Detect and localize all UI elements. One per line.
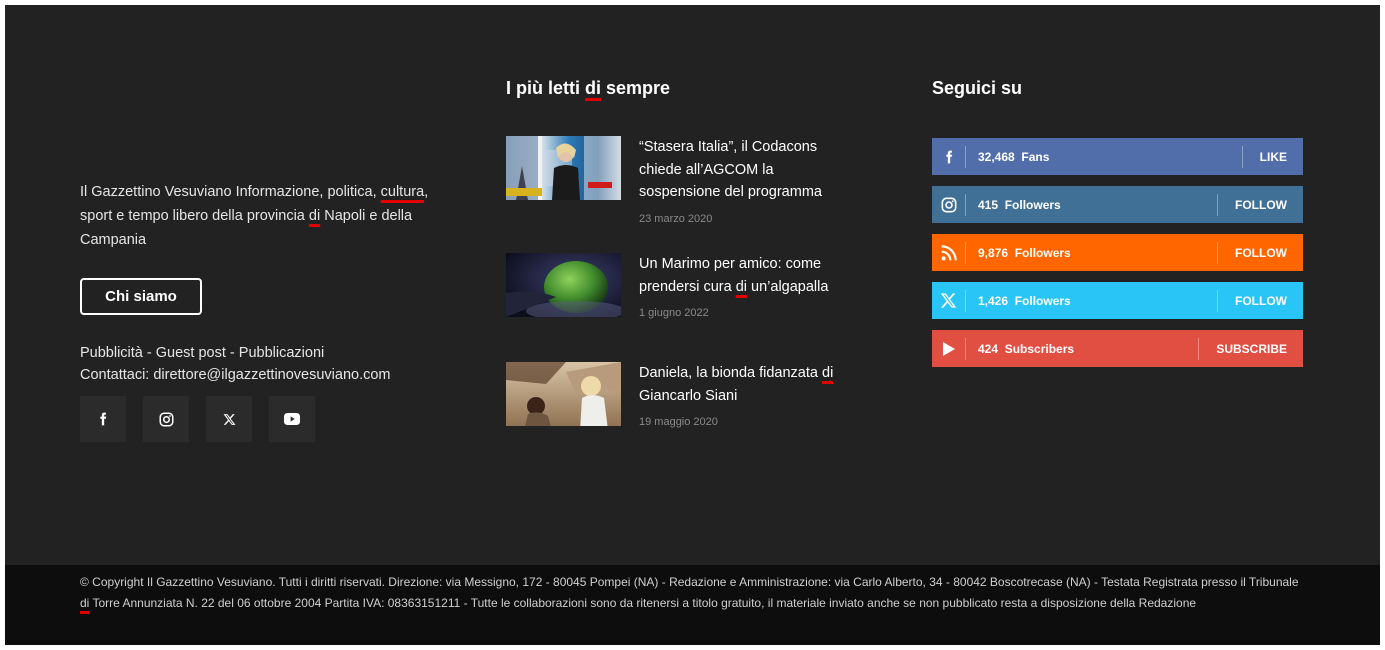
rss-follow-button[interactable]: 9,876 Followers FOLLOW	[932, 234, 1303, 271]
footer	[5, 5, 1380, 645]
x-icon[interactable]	[206, 396, 252, 442]
copyright-text: © Copyright Il Gazzettino Vesuviano. Tut…	[80, 572, 1310, 614]
article-title-text: Giancarlo Siani	[639, 387, 738, 404]
divider	[965, 337, 966, 360]
article-thumbnail[interactable]	[506, 362, 621, 426]
copyright-word-di: di	[80, 596, 90, 610]
follow-count: 424	[978, 341, 999, 356]
divider	[1241, 145, 1243, 168]
social-icons	[80, 396, 315, 442]
article-title[interactable]: “Stasera Italia”, il Codacons chiede all…	[639, 136, 854, 204]
rss-icon	[932, 234, 965, 271]
article-date: 1 giugno 2022	[639, 307, 709, 319]
article-title[interactable]: Un Marimo per amico: come prendersi cura…	[639, 253, 854, 298]
divider	[1198, 337, 1200, 360]
youtube-icon[interactable]	[269, 396, 315, 442]
follow-unit: Fans	[1021, 149, 1050, 164]
chi-siamo-button[interactable]: Chi siamo	[80, 278, 202, 315]
follow-action: FOLLOW	[1235, 293, 1287, 308]
article-title-text: un’algapalla	[747, 278, 829, 295]
instagram-icon	[932, 186, 965, 223]
follow-count: 9,876	[978, 245, 1009, 260]
facebook-icon	[932, 138, 965, 175]
facebook-follow-button[interactable]: 32,468 Fans LIKE	[932, 138, 1303, 175]
youtube-subscribe-button[interactable]: 424 Subscribers SUBSCRIBE	[932, 330, 1303, 367]
follow-unit: Subscribers	[1004, 341, 1075, 356]
facebook-icon[interactable]	[80, 396, 126, 442]
copyright-text-part: Torre Annunziata N. 22 del 06 ottobre 20…	[89, 596, 1197, 610]
divider	[965, 289, 966, 312]
article-title-word-di: di	[822, 365, 834, 381]
x-icon	[932, 282, 965, 319]
follow-action: LIKE	[1259, 149, 1287, 164]
article-title-word-di: di	[735, 278, 748, 295]
follow-action: SUBSCRIBE	[1216, 341, 1287, 356]
follow-count: 415	[978, 197, 999, 212]
article-thumbnail[interactable]	[506, 253, 621, 317]
description-word-cultura: cultura	[380, 184, 425, 200]
article-date: 19 maggio 2020	[639, 416, 718, 428]
follow-title: Seguici su	[932, 78, 1023, 98]
article-title-text: Daniela, la bionda fidanzata	[639, 365, 822, 381]
divider	[965, 193, 966, 216]
link-guest-post[interactable]: Guest post	[156, 345, 226, 361]
article-thumbnail[interactable]	[506, 136, 621, 200]
popular-title: I più letti di sempre	[506, 78, 670, 99]
instagram-icon[interactable]	[143, 396, 189, 442]
popular-title-text: I più letti	[506, 78, 585, 98]
divider	[1217, 289, 1219, 312]
divider	[965, 241, 966, 264]
link-separator: -	[225, 345, 239, 361]
follow-count: 1,426	[978, 293, 1009, 308]
follow-unit: Followers	[1014, 293, 1071, 308]
link-separator: -	[142, 345, 156, 361]
popular-title-word-di: di	[585, 78, 601, 98]
article-date: 23 marzo 2020	[639, 213, 713, 225]
follow-unit: Followers	[1004, 197, 1061, 212]
popular-title-text: sempre	[601, 78, 671, 98]
divider	[1217, 241, 1219, 264]
instagram-follow-button[interactable]: 415 Followers FOLLOW	[932, 186, 1303, 223]
contact-email-link[interactable]: Contattaci: direttore@ilgazzettinovesuvi…	[80, 364, 391, 386]
follow-action: FOLLOW	[1235, 245, 1287, 260]
link-pubblicazioni[interactable]: Pubblicazioni	[239, 345, 324, 361]
description-word-di: di	[308, 208, 321, 224]
divider	[965, 145, 966, 168]
youtube-play-icon	[932, 330, 965, 367]
copyright-text-part: © Copyright Il Gazzettino Vesuviano. Tut…	[80, 575, 1299, 589]
divider	[1217, 193, 1219, 216]
site-description: Il Gazzettino Vesuviano Informazione, po…	[80, 180, 440, 252]
follow-action: FOLLOW	[1235, 197, 1287, 212]
x-follow-button[interactable]: 1,426 Followers FOLLOW	[932, 282, 1303, 319]
footer-links: Pubblicità - Guest post - Pubblicazioni …	[80, 342, 391, 386]
description-text: Il Gazzettino Vesuviano Informazione, po…	[80, 184, 381, 200]
follow-unit: Followers	[1014, 245, 1071, 260]
follow-count: 32,468	[978, 149, 1015, 164]
link-pubblicita[interactable]: Pubblicità	[80, 345, 143, 361]
article-title[interactable]: Daniela, la bionda fidanzata di Giancarl…	[639, 362, 854, 407]
